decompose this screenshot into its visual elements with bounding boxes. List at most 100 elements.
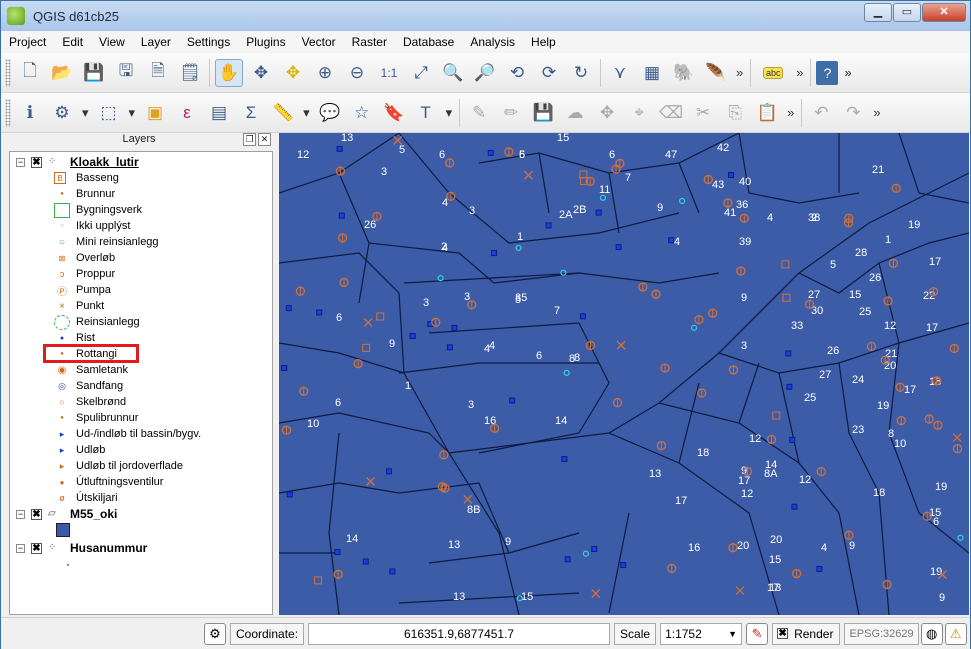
rist-marker <box>285 305 292 312</box>
parcel-number-label: 10 <box>307 418 319 430</box>
deselect-features-icon[interactable]: ▣ <box>141 99 169 127</box>
menu-edit[interactable]: Edit <box>54 35 91 49</box>
layer-group-kloakk-lutir[interactable]: − ✖ ⁘ Kloakk_lutir <box>10 154 139 170</box>
crs-status[interactable]: EPSG:32629 <box>844 622 919 645</box>
save-layer-edits-icon[interactable]: 💾 <box>529 99 557 127</box>
current-edits-icon[interactable]: ✎ <box>465 99 493 127</box>
copy-features-icon[interactable]: ⎘ <box>721 99 749 127</box>
toolbar-overflow-icon[interactable]: » <box>873 105 880 120</box>
help-icon[interactable]: ? <box>816 60 839 85</box>
toolbar-overflow-icon[interactable]: » <box>796 65 803 80</box>
collapse-icon[interactable]: − <box>16 157 25 167</box>
render-toggle[interactable]: ✖ Render <box>772 622 841 645</box>
layer-group-husanummur[interactable]: − ✖ ⁘ Husanummur <box>10 540 147 556</box>
new-bookmark-icon[interactable]: ☆ <box>348 99 376 127</box>
close-button[interactable]: ✕ <box>922 3 966 22</box>
zoom-last-icon[interactable]: ⟲ <box>503 59 531 87</box>
menu-vector[interactable]: Vector <box>294 35 344 49</box>
collapse-icon[interactable]: − <box>16 543 25 553</box>
float-panel-button[interactable]: ❐ <box>243 133 256 146</box>
paste-features-icon[interactable]: 📋 <box>753 99 781 127</box>
redo-icon[interactable]: ↷ <box>839 99 867 127</box>
pan-to-selection-icon[interactable]: ✥ <box>247 59 275 87</box>
toolbar-overflow-icon[interactable]: » <box>844 65 851 80</box>
map-canvas[interactable]: 13 5 6 6 15 5 6 3 47 42 21 12 3 11 7 43 40 4 26 2A 2B 9 41 38 19… <box>279 133 969 615</box>
refresh-icon[interactable]: ↻ <box>567 59 595 87</box>
map-tips-icon[interactable]: 💬 <box>316 99 344 127</box>
identify-features-icon[interactable]: ℹ <box>16 99 44 127</box>
menu-view[interactable]: View <box>91 35 133 49</box>
messages-icon[interactable]: ⚙ <box>204 622 226 645</box>
zoom-in-icon[interactable]: ⊕ <box>311 59 339 87</box>
zoom-to-layer-icon[interactable]: 🔍 <box>439 59 467 87</box>
run-action-icon[interactable]: ⚙ <box>48 99 76 127</box>
zoom-next-icon[interactable]: ⟳ <box>535 59 563 87</box>
menu-help[interactable]: Help <box>523 35 564 49</box>
projection-globe-icon[interactable]: ◍ <box>920 622 943 645</box>
add-postgis-layer-icon[interactable]: 🐘 <box>670 59 698 87</box>
select-features-icon[interactable]: ⬚ <box>95 99 123 127</box>
toggle-editing-icon[interactable]: ✏ <box>497 99 525 127</box>
layer-visibility-checkbox[interactable]: ✖ <box>31 542 42 554</box>
menu-plugins[interactable]: Plugins <box>238 35 293 49</box>
text-annotation-icon[interactable]: T <box>412 99 440 127</box>
menu-project[interactable]: Project <box>1 35 54 49</box>
collapse-icon[interactable]: − <box>16 509 25 519</box>
dropdown-arrow-icon[interactable]: ▾ <box>129 105 136 121</box>
cut-features-icon[interactable]: ✂ <box>689 99 717 127</box>
toolbar-grip[interactable] <box>5 98 11 127</box>
pan-map-icon[interactable]: ✋ <box>215 58 243 87</box>
composer-manager-icon[interactable]: 🗒 <box>176 59 204 87</box>
dropdown-arrow-icon[interactable]: ▾ <box>303 105 310 121</box>
add-wms-layer-icon[interactable]: 🪶 <box>702 59 730 87</box>
label-tool-icon[interactable]: abc <box>756 59 790 87</box>
statistical-summary-icon[interactable]: Σ <box>237 99 265 127</box>
parcel-number-label: 5 <box>519 149 525 161</box>
new-project-icon[interactable]: 🗋 <box>16 59 44 87</box>
menu-settings[interactable]: Settings <box>179 35 238 49</box>
layer-visibility-checkbox[interactable]: ✖ <box>31 156 42 168</box>
menu-database[interactable]: Database <box>395 35 462 49</box>
new-print-composer-icon[interactable]: 🗎 <box>144 59 172 87</box>
parcel-number-label: 8B <box>467 504 480 516</box>
zoom-full-icon[interactable]: ⤢ <box>407 59 435 87</box>
zoom-out-icon[interactable]: ⊖ <box>343 59 371 87</box>
toolbar-overflow-icon[interactable]: » <box>787 105 794 120</box>
move-feature-icon[interactable]: ✥ <box>593 99 621 127</box>
layer-visibility-checkbox[interactable]: ✖ <box>31 508 42 520</box>
menu-layer[interactable]: Layer <box>133 35 179 49</box>
minimize-button[interactable]: ▁ <box>864 3 892 22</box>
scale-combobox[interactable]: 1:1752 ▼ <box>660 622 743 645</box>
dropdown-arrow-icon[interactable]: ▾ <box>446 105 453 121</box>
node-tool-icon[interactable]: ⌖ <box>625 99 653 127</box>
save-project-icon[interactable]: 💾 <box>80 59 108 87</box>
coordinate-field[interactable]: 616351.9,6877451.7 <box>308 622 611 645</box>
layer-group-m55-oki[interactable]: − ✖ ▱ M55_oki <box>10 506 117 522</box>
save-as-icon[interactable]: 🖫 <box>112 59 140 87</box>
zoom-to-selection-icon[interactable]: ✥ <box>279 59 307 87</box>
undo-icon[interactable]: ↶ <box>807 99 835 127</box>
zoom-actual-size-icon[interactable]: 1:1 <box>375 59 403 87</box>
warning-icon[interactable]: ⚠ <box>944 622 967 645</box>
dropdown-arrow-icon[interactable]: ▾ <box>82 105 89 121</box>
open-project-icon[interactable]: 📂 <box>48 59 76 87</box>
new-vector-layer-icon[interactable]: ⋎ <box>606 59 634 87</box>
add-feature-icon[interactable]: ☁ <box>561 99 589 127</box>
close-panel-button[interactable]: ✕ <box>258 133 271 146</box>
field-calculator-icon[interactable]: ε <box>173 99 201 127</box>
toolbar-grip[interactable] <box>5 58 11 87</box>
toolbar-overflow-icon[interactable]: » <box>736 65 743 80</box>
attribute-table-icon[interactable]: ▤ <box>205 99 233 127</box>
rotation-lock-icon[interactable]: ✎ <box>746 622 769 645</box>
new-raster-layer-icon[interactable]: ▦ <box>638 59 666 87</box>
menu-raster[interactable]: Raster <box>344 35 395 49</box>
show-bookmarks-icon[interactable]: 🔖 <box>380 99 408 127</box>
maximize-button[interactable]: ▭ <box>893 3 921 22</box>
zoom-to-native-icon[interactable]: 🔎 <box>471 59 499 87</box>
parcel-number-label: 12 <box>799 474 811 486</box>
menu-analysis[interactable]: Analysis <box>462 35 523 49</box>
measure-icon[interactable]: 📏 <box>269 99 297 127</box>
delete-selected-icon[interactable]: ⌫ <box>657 99 685 127</box>
render-checkbox[interactable]: ✖ <box>777 628 789 639</box>
status-bar: ⚙ Coordinate: 616351.9,6877451.7 Scale 1… <box>1 617 970 649</box>
